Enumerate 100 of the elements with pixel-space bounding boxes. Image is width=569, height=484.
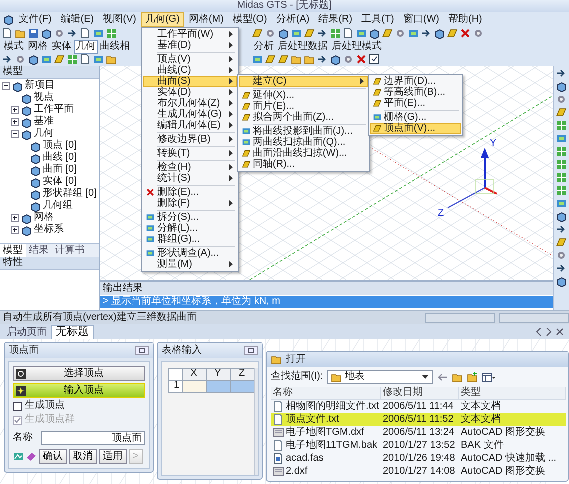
menu-item[interactable]: 帮助(H)	[444, 12, 486, 27]
tree-item[interactable]: 几何组	[43, 200, 73, 212]
tool-icon[interactable]	[93, 28, 104, 39]
cube-icon[interactable]	[369, 28, 380, 39]
delete-icon[interactable]	[356, 54, 367, 65]
tree-item[interactable]: 新项目	[25, 80, 55, 92]
document-tab[interactable]: 启动页面	[3, 326, 51, 339]
cube-icon[interactable]	[556, 276, 567, 287]
menu-item[interactable]: 基准(D)	[143, 40, 237, 51]
column-header[interactable]: X	[182, 368, 206, 380]
column-header[interactable]: Z	[230, 368, 254, 380]
toolbar-tab[interactable]: 曲线相	[98, 40, 132, 54]
menu-item[interactable]: 修改边界(B)	[143, 134, 237, 145]
scrollbar[interactable]	[254, 368, 258, 475]
expand-icon[interactable]	[11, 226, 19, 234]
mesh-icon[interactable]	[106, 28, 117, 39]
arrow-icon[interactable]	[2, 54, 13, 65]
mesh-icon[interactable]	[556, 120, 567, 131]
menu-item[interactable]: 曲线(C)	[143, 65, 237, 76]
panel-tab[interactable]: 模型	[0, 244, 26, 257]
cube-icon[interactable]	[556, 211, 567, 222]
action-button[interactable]: 确认	[39, 449, 67, 464]
file-row[interactable]: 相物图的明细文件.txt 2006/5/11 11:44 文本文档	[271, 400, 566, 413]
previous-icon[interactable]	[536, 328, 542, 336]
menu-item[interactable]: 拆分(S)...	[143, 212, 237, 223]
menu-item[interactable]: 文件(F)	[15, 12, 56, 27]
menu-item[interactable]: 分解(L)...	[143, 223, 237, 234]
menu-item[interactable]: 删除(E)...	[143, 187, 237, 198]
map-icon[interactable]	[13, 451, 24, 462]
menu-item[interactable]: 延伸(X)...	[238, 90, 368, 101]
mesh-icon[interactable]	[556, 146, 567, 157]
option-button[interactable]: 输入顶点	[13, 383, 145, 398]
menu-item[interactable]: 检查(H)	[143, 162, 237, 173]
expand-icon[interactable]	[11, 106, 19, 114]
tool-icon[interactable]	[252, 54, 263, 65]
tree-item[interactable]: 顶点 [0]	[43, 140, 77, 152]
menu-item[interactable]: 转换(T)	[143, 148, 237, 159]
menu-item[interactable]: 布尔几何体(Z)	[143, 98, 237, 109]
cube-icon[interactable]	[278, 28, 289, 39]
next-icon[interactable]	[546, 328, 552, 336]
menu-item[interactable]: 视图(V)	[99, 12, 140, 27]
column-header[interactable]: 修改日期	[381, 387, 459, 399]
tree-item[interactable]: 坐标系	[34, 224, 64, 236]
menu-item[interactable]: 生成几何体(G)	[143, 109, 237, 120]
page-icon[interactable]	[2, 28, 13, 39]
arrow-icon[interactable]	[556, 224, 567, 235]
arrow-icon[interactable]	[556, 263, 567, 274]
menu-item[interactable]: 边界面(D)...	[370, 76, 461, 87]
menu-item[interactable]: 栅格(G)...	[370, 112, 461, 123]
menu-item[interactable]: 统计(S)	[143, 173, 237, 184]
menu-item[interactable]: 编辑(E)	[56, 12, 98, 27]
menu-item[interactable]: 分析(A)	[272, 12, 314, 27]
tool-icon[interactable]	[556, 133, 567, 144]
folder-dropdown[interactable]: 地表	[327, 370, 434, 384]
close-icon[interactable]	[556, 328, 564, 336]
arrow-icon[interactable]	[421, 28, 432, 39]
tree-item[interactable]: 曲线 [0]	[43, 152, 77, 164]
checkbox[interactable]	[13, 402, 22, 410]
menu-item[interactable]: 群组(G)...	[143, 234, 237, 245]
menu-item[interactable]: 窗口(W)	[399, 12, 444, 27]
row-header[interactable]: 1	[168, 380, 182, 392]
save-icon[interactable]	[28, 28, 39, 39]
menu-item[interactable]: 将曲线投影到曲面(J)...	[238, 126, 368, 137]
menu-item[interactable]: 模型(O)	[228, 12, 272, 27]
toolbar-tab[interactable]: 模式	[2, 40, 26, 54]
tree-item[interactable]: 曲面 [0]	[43, 164, 77, 176]
menu-item[interactable]: 几何(G)	[141, 12, 184, 27]
menu-item[interactable]: 顶点(V)	[143, 54, 237, 65]
toolbar-tab[interactable]: 后处理数据	[276, 40, 330, 54]
menu-item[interactable]: 工具(T)	[358, 12, 398, 27]
surface-icon[interactable]	[447, 28, 458, 39]
page-icon[interactable]	[343, 28, 354, 39]
arrow-icon[interactable]	[556, 68, 567, 79]
menu-item[interactable]: 面片(E)...	[238, 101, 368, 112]
menu-item[interactable]: 拟合两个曲面(Z)...	[238, 112, 368, 123]
tree-item[interactable]: 基准	[34, 116, 54, 128]
collapse-icon[interactable]	[11, 130, 19, 138]
menu-item[interactable]: 建立(C)	[238, 76, 368, 87]
mesh-icon[interactable]	[556, 185, 567, 196]
restore-icon[interactable]	[135, 346, 149, 355]
column-header[interactable]: 名称	[271, 387, 381, 399]
tool-icon[interactable]	[93, 54, 104, 65]
surface-icon[interactable]	[304, 28, 315, 39]
file-row[interactable]: 2.dxf 2010/1/27 14:08 AutoCAD 图形交换	[271, 465, 566, 478]
file-row[interactable]: 电子地图TGM.dxf 2006/5/11 13:24 AutoCAD 图形交换	[271, 426, 566, 439]
menu-item[interactable]: 顶点面(V)...	[370, 123, 461, 134]
new-folder-icon[interactable]	[467, 372, 478, 382]
tree-item[interactable]: 视点	[34, 92, 54, 104]
menu-item[interactable]: 结果(R)	[314, 12, 357, 27]
cube-icon[interactable]	[41, 28, 52, 39]
toolbar-tab[interactable]: 网格	[26, 40, 50, 54]
action-button[interactable]: 适用	[99, 449, 127, 464]
arrow-icon[interactable]	[317, 28, 328, 39]
file-row[interactable]: acad.fas 2010/1/26 19:48 AutoCAD 快速加载 ...	[271, 452, 566, 465]
cube-icon[interactable]	[434, 28, 445, 39]
menu-item[interactable]: 等高线面(B)...	[370, 87, 461, 98]
panel-tab[interactable]: 计算书	[52, 244, 88, 257]
collapse-icon[interactable]	[2, 82, 10, 90]
tree-item[interactable]: 几何	[34, 128, 54, 140]
file-row[interactable]: 电子地图11TGM.bak 2010/1/27 13:52 BAK 文件	[271, 439, 566, 452]
